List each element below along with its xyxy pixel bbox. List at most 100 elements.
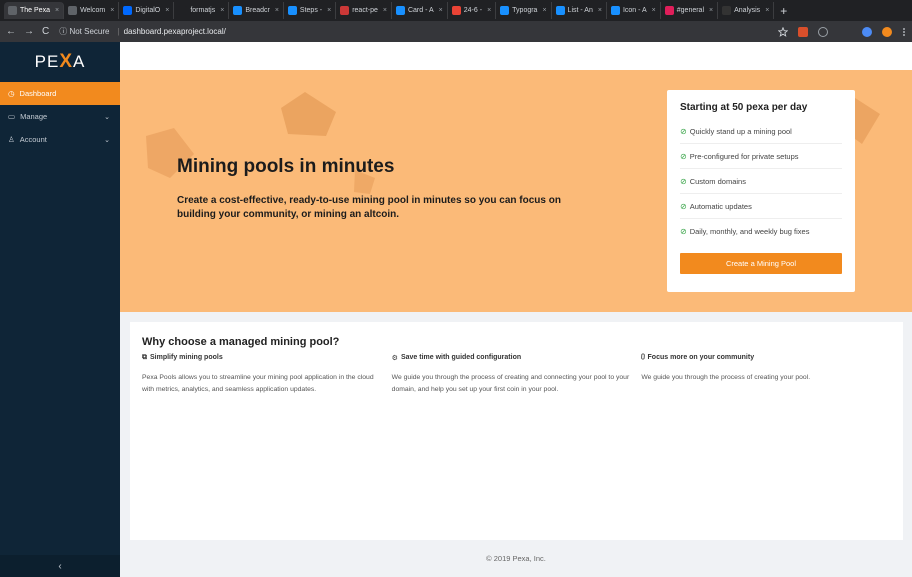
browser-tab[interactable]: DigitalO × (119, 2, 175, 19)
browser-tab[interactable]: Steps - × (284, 2, 337, 19)
feature-label: Quickly stand up a mining pool (689, 126, 792, 136)
favicon-icon (178, 6, 188, 15)
favicon-icon (233, 6, 243, 15)
bookmark-star-icon[interactable] (778, 26, 788, 37)
browser-tab[interactable]: Welcom × (64, 2, 120, 19)
reload-icon[interactable]: C (42, 26, 49, 37)
sidebar-item-account[interactable]: ♙ Account ⌄ (0, 128, 120, 151)
new-tab-button[interactable]: + (774, 4, 793, 18)
tab-title: react-pe (352, 7, 378, 14)
favicon-icon (722, 6, 732, 15)
forward-icon[interactable]: → (24, 26, 34, 37)
copy-icon: ⧉ (142, 354, 147, 361)
feature-list: ⊘ Quickly stand up a mining pool ⊘ Pre-conf… (680, 119, 842, 244)
pexa-logo[interactable]: PE X A (0, 42, 120, 82)
sidebar-item-label: Dashboard (19, 89, 57, 98)
feature-label: Daily, monthly, and weekly bug fixes (689, 227, 810, 236)
browser-tab[interactable]: Analysis × (718, 2, 775, 19)
browser-tab[interactable]: Icon - A × (607, 2, 661, 19)
create-mining-pool-button[interactable]: Create a Mining Pool (680, 253, 842, 274)
tab-strip: The Pexa × Welcom × DigitalO × formatjs × Breadc… (4, 2, 775, 19)
browser-tab[interactable]: Card - A × (392, 2, 448, 19)
feature-label: Custom domains (689, 176, 746, 186)
browser-tab[interactable]: List - An × (552, 2, 607, 19)
close-icon[interactable]: × (55, 7, 59, 14)
back-icon[interactable]: ← (6, 26, 16, 37)
favicon-icon (123, 6, 133, 15)
browser-tab[interactable]: Typogra × (496, 2, 552, 19)
benefit-column: ⧉ Simplify mining pools Pexa Pools allows … (142, 354, 392, 396)
close-icon[interactable]: × (765, 7, 769, 14)
chevron-down-icon: ⌄ (104, 136, 110, 144)
close-icon[interactable]: × (110, 7, 114, 14)
settings-icon: ⚙ (391, 355, 398, 362)
browser-tab[interactable]: 24-6 - × (448, 2, 497, 19)
tab-title: The Pexa (20, 7, 50, 14)
user-icon: ♙ (8, 135, 15, 144)
browser-tab[interactable]: Breadcr × (229, 2, 284, 19)
favicon-icon (664, 6, 674, 15)
favicon-icon (395, 6, 405, 15)
close-icon[interactable]: × (709, 7, 713, 14)
close-icon[interactable]: × (383, 7, 387, 14)
clock-icon: ◷ (8, 89, 15, 98)
sidebar-item-label: Account (19, 135, 47, 144)
sidebar-item-manage[interactable]: ▭ Manage ⌄ (0, 105, 120, 128)
tab-title: #general (676, 7, 705, 14)
close-icon[interactable]: × (652, 7, 656, 14)
check-circle-icon: ⊘ (680, 151, 687, 161)
browser-tab[interactable]: The Pexa × (4, 2, 65, 19)
favicon-icon (68, 6, 78, 15)
close-icon[interactable]: × (542, 7, 546, 14)
tab-title: List - An (567, 7, 593, 14)
browser-tab[interactable]: formatjs × (174, 2, 230, 19)
close-icon[interactable]: × (165, 7, 169, 14)
close-icon[interactable]: × (275, 7, 279, 14)
check-circle-icon: ⊘ (680, 126, 687, 136)
tab-title: Icon - A (622, 7, 647, 14)
browser-tab[interactable]: #general × (661, 2, 719, 19)
chevron-down-icon: ⌄ (104, 113, 110, 121)
tab-title: Typogra (512, 7, 538, 14)
desktop-icon: ▭ (8, 112, 16, 121)
tab-title: 24-6 - (463, 7, 483, 14)
extension-icon[interactable] (798, 26, 808, 37)
benefit-column: ⚙ Save time with guided configuration We g… (392, 354, 642, 396)
browser-menu-icon[interactable] (902, 27, 906, 37)
favicon-icon (8, 6, 17, 15)
security-indicator[interactable]: ⓘ Not Secure (59, 26, 109, 37)
tab-title: DigitalO (135, 7, 161, 14)
chart-icon: ⩇ (641, 354, 645, 361)
extension-icon[interactable] (862, 26, 872, 37)
tab-title: Steps - (299, 7, 323, 14)
browser-tab-bar: The Pexa × Welcom × DigitalO × formatjs × Breadc… (0, 0, 912, 21)
extension-icon[interactable] (818, 26, 828, 37)
tab-title: Analysis (734, 7, 761, 14)
profile-avatar[interactable] (882, 26, 892, 37)
sidebar-item-dashboard[interactable]: ◷ Dashboard (0, 82, 120, 105)
favicon-icon (610, 6, 620, 15)
benefit-heading: ⧉ Simplify mining pools (142, 354, 223, 361)
favicon-icon (451, 6, 461, 15)
browser-tab[interactable]: react-pe × (336, 2, 392, 19)
close-icon[interactable]: × (487, 7, 491, 14)
benefit-column: ⩇ Focus more on your community We guide yo… (641, 354, 891, 396)
address-bar: ← → C ⓘ Not Secure | dashboard.pexaproje… (0, 21, 912, 42)
feature-item: ⊘ Custom domains (680, 169, 842, 194)
close-icon[interactable]: × (598, 7, 602, 14)
close-icon[interactable]: × (439, 7, 443, 14)
sidebar-menu: ◷ Dashboard ▭ Manage ⌄ ♙ Account ⌄ (0, 82, 120, 151)
sidebar-item-label: Manage (20, 112, 48, 121)
url-field[interactable]: dashboard.pexaproject.local/ (124, 27, 226, 36)
feature-item: ⊘ Quickly stand up a mining pool (680, 119, 842, 144)
footer: © 2019 Pexa, Inc. (486, 553, 546, 563)
sidebar-collapse-button[interactable]: ‹ (0, 555, 120, 577)
favicon-icon (555, 6, 565, 15)
close-icon[interactable]: × (327, 7, 331, 14)
feature-item: ⊘ Pre-configured for private setups (680, 144, 842, 169)
pricing-title: Starting at 50 pexa per day (680, 102, 808, 113)
check-circle-icon: ⊘ (680, 201, 687, 211)
benefit-heading: ⩇ Focus more on your community (641, 354, 755, 361)
check-circle-icon: ⊘ (680, 176, 687, 186)
close-icon[interactable]: × (220, 7, 224, 14)
